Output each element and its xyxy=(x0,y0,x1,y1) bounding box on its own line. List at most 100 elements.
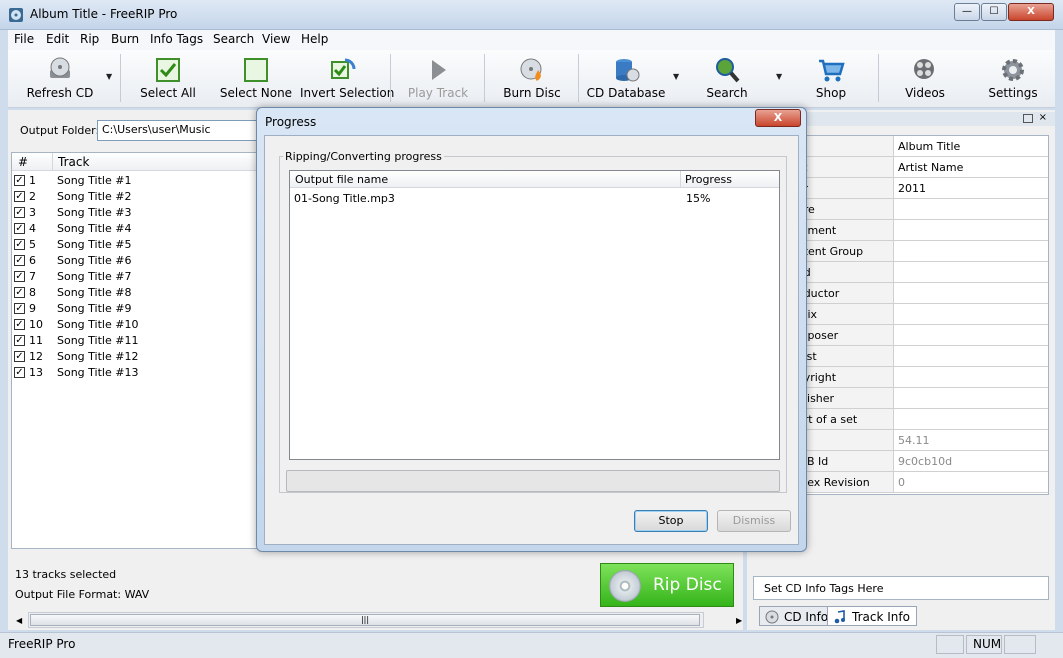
play-track-button[interactable]: Play Track xyxy=(402,54,474,104)
tag-value[interactable]: 54.11 xyxy=(898,434,930,447)
shop-button[interactable]: Shop xyxy=(801,54,861,104)
group-label: Ripping/Converting progress xyxy=(283,150,444,163)
dismiss-button[interactable]: Dismiss xyxy=(717,510,791,532)
scroll-left-arrow-icon[interactable]: ◀ xyxy=(16,616,22,625)
tag-value[interactable]: 0 xyxy=(898,476,905,489)
checkbox-empty-icon xyxy=(244,58,268,82)
menu-burn[interactable]: Burn xyxy=(111,32,139,46)
burn-disc-button[interactable]: Burn Disc xyxy=(496,54,568,104)
tab-track-info[interactable]: Track Info xyxy=(827,606,917,626)
menu-file[interactable]: File xyxy=(14,32,34,46)
toolbar: Refresh CD ▼ Select All Select None Inve… xyxy=(8,50,1055,108)
window-title-bar: Album Title - FreeRIP Pro — ☐ X xyxy=(0,0,1063,30)
track-checkbox[interactable]: ✓ xyxy=(14,351,25,362)
menu-bar: File Edit Rip Burn Info Tags Search View… xyxy=(8,30,1055,50)
horizontal-scrollbar[interactable]: ||| xyxy=(28,612,704,628)
track-number: 13 xyxy=(29,366,43,379)
close-panel-icon[interactable]: × xyxy=(1039,112,1047,123)
track-checkbox[interactable]: ✓ xyxy=(14,335,25,346)
settings-button[interactable]: Settings xyxy=(980,54,1046,104)
refresh-cd-button[interactable]: Refresh CD xyxy=(22,54,98,104)
videos-button[interactable]: Videos xyxy=(892,54,958,104)
track-title[interactable]: Song Title #10 xyxy=(57,318,138,331)
track-title[interactable]: Song Title #4 xyxy=(57,222,131,235)
dialog-close-button[interactable]: X xyxy=(755,109,801,127)
progress-file-list[interactable]: Output file name Progress 01-Song Title.… xyxy=(289,170,780,460)
scrollbar-thumb[interactable]: ||| xyxy=(30,614,700,626)
track-checkbox[interactable]: ✓ xyxy=(14,287,25,298)
shopping-cart-icon xyxy=(819,59,845,82)
tag-value[interactable]: 9c0cb10d xyxy=(898,455,952,468)
column-header-progress[interactable]: Progress xyxy=(685,173,732,186)
track-title[interactable]: Song Title #8 xyxy=(57,286,131,299)
cd-database-button[interactable]: CD Database xyxy=(586,54,666,104)
track-number: 7 xyxy=(29,270,36,283)
pin-panel-icon[interactable] xyxy=(1023,114,1033,123)
cd-drive-icon xyxy=(50,57,70,78)
track-checkbox[interactable]: ✓ xyxy=(14,271,25,282)
track-title[interactable]: Song Title #2 xyxy=(57,190,131,203)
stop-button[interactable]: Stop xyxy=(634,510,708,532)
track-title[interactable]: Song Title #5 xyxy=(57,238,131,251)
output-folder-input[interactable]: C:\Users\user\Music xyxy=(97,120,267,141)
status-cell-3 xyxy=(1004,635,1036,654)
track-title[interactable]: Song Title #12 xyxy=(57,350,138,363)
track-title[interactable]: Song Title #1 xyxy=(57,174,131,187)
progress-list-header: Output file name Progress xyxy=(290,171,779,188)
cd-database-dropdown-icon[interactable]: ▼ xyxy=(673,72,679,81)
track-number: 12 xyxy=(29,350,43,363)
film-reel-icon xyxy=(914,59,934,79)
track-title[interactable]: Song Title #9 xyxy=(57,302,131,315)
track-title[interactable]: Song Title #13 xyxy=(57,366,138,379)
search-dropdown-icon[interactable]: ▼ xyxy=(776,72,782,81)
tab-cd-info[interactable]: CD Info xyxy=(759,606,836,626)
menu-info-tags[interactable]: Info Tags xyxy=(150,32,203,46)
track-checkbox[interactable]: ✓ xyxy=(14,239,25,250)
track-number: 1 xyxy=(29,174,36,187)
rip-disc-button[interactable]: Rip Disc xyxy=(600,563,734,607)
scroll-right-arrow-icon[interactable]: ▶ xyxy=(736,616,742,625)
track-checkbox[interactable]: ✓ xyxy=(14,303,25,314)
select-all-button[interactable]: Select All xyxy=(132,54,204,104)
track-title[interactable]: Song Title #11 xyxy=(57,334,138,347)
track-checkbox[interactable]: ✓ xyxy=(14,191,25,202)
track-checkbox[interactable]: ✓ xyxy=(14,175,25,186)
column-header-number[interactable]: # xyxy=(18,155,28,169)
tag-value[interactable]: Artist Name xyxy=(898,161,963,174)
select-none-button[interactable]: Select None xyxy=(216,54,296,104)
track-title[interactable]: Song Title #6 xyxy=(57,254,131,267)
invert-selection-button[interactable]: Invert Selection xyxy=(300,54,394,104)
output-file-name: 01-Song Title.mp3 xyxy=(294,192,395,205)
menu-search[interactable]: Search xyxy=(213,32,254,46)
track-number: 5 xyxy=(29,238,36,251)
tag-value[interactable]: 2011 xyxy=(898,182,926,195)
minimize-button[interactable]: — xyxy=(954,3,980,21)
output-file-format: Output File Format: WAV xyxy=(15,588,150,601)
dialog-body: Ripping/Converting progress Output file … xyxy=(264,135,799,545)
menu-rip[interactable]: Rip xyxy=(80,32,99,46)
close-window-button[interactable]: X xyxy=(1008,3,1054,21)
track-checkbox[interactable]: ✓ xyxy=(14,319,25,330)
track-checkbox[interactable]: ✓ xyxy=(14,255,25,266)
menu-edit[interactable]: Edit xyxy=(46,32,69,46)
menu-help[interactable]: Help xyxy=(301,32,328,46)
tag-value[interactable]: Album Title xyxy=(898,140,960,153)
menu-view[interactable]: View xyxy=(262,32,290,46)
track-title[interactable]: Song Title #3 xyxy=(57,206,131,219)
disc-icon xyxy=(609,570,641,602)
maximize-button[interactable]: ☐ xyxy=(981,3,1007,21)
search-button[interactable]: Search xyxy=(696,54,758,104)
refresh-cd-dropdown-icon[interactable]: ▼ xyxy=(106,72,112,81)
window-title: Album Title - FreeRIP Pro xyxy=(30,7,178,21)
cd-icon xyxy=(765,610,779,624)
track-checkbox[interactable]: ✓ xyxy=(14,207,25,218)
track-checkbox[interactable]: ✓ xyxy=(14,367,25,378)
column-header-output-file[interactable]: Output file name xyxy=(295,173,388,186)
column-header-track[interactable]: Track xyxy=(58,155,89,169)
track-checkbox[interactable]: ✓ xyxy=(14,223,25,234)
track-number: 3 xyxy=(29,206,36,219)
track-title[interactable]: Song Title #7 xyxy=(57,270,131,283)
track-number: 8 xyxy=(29,286,36,299)
music-note-icon xyxy=(834,610,845,624)
database-icon xyxy=(616,59,640,82)
